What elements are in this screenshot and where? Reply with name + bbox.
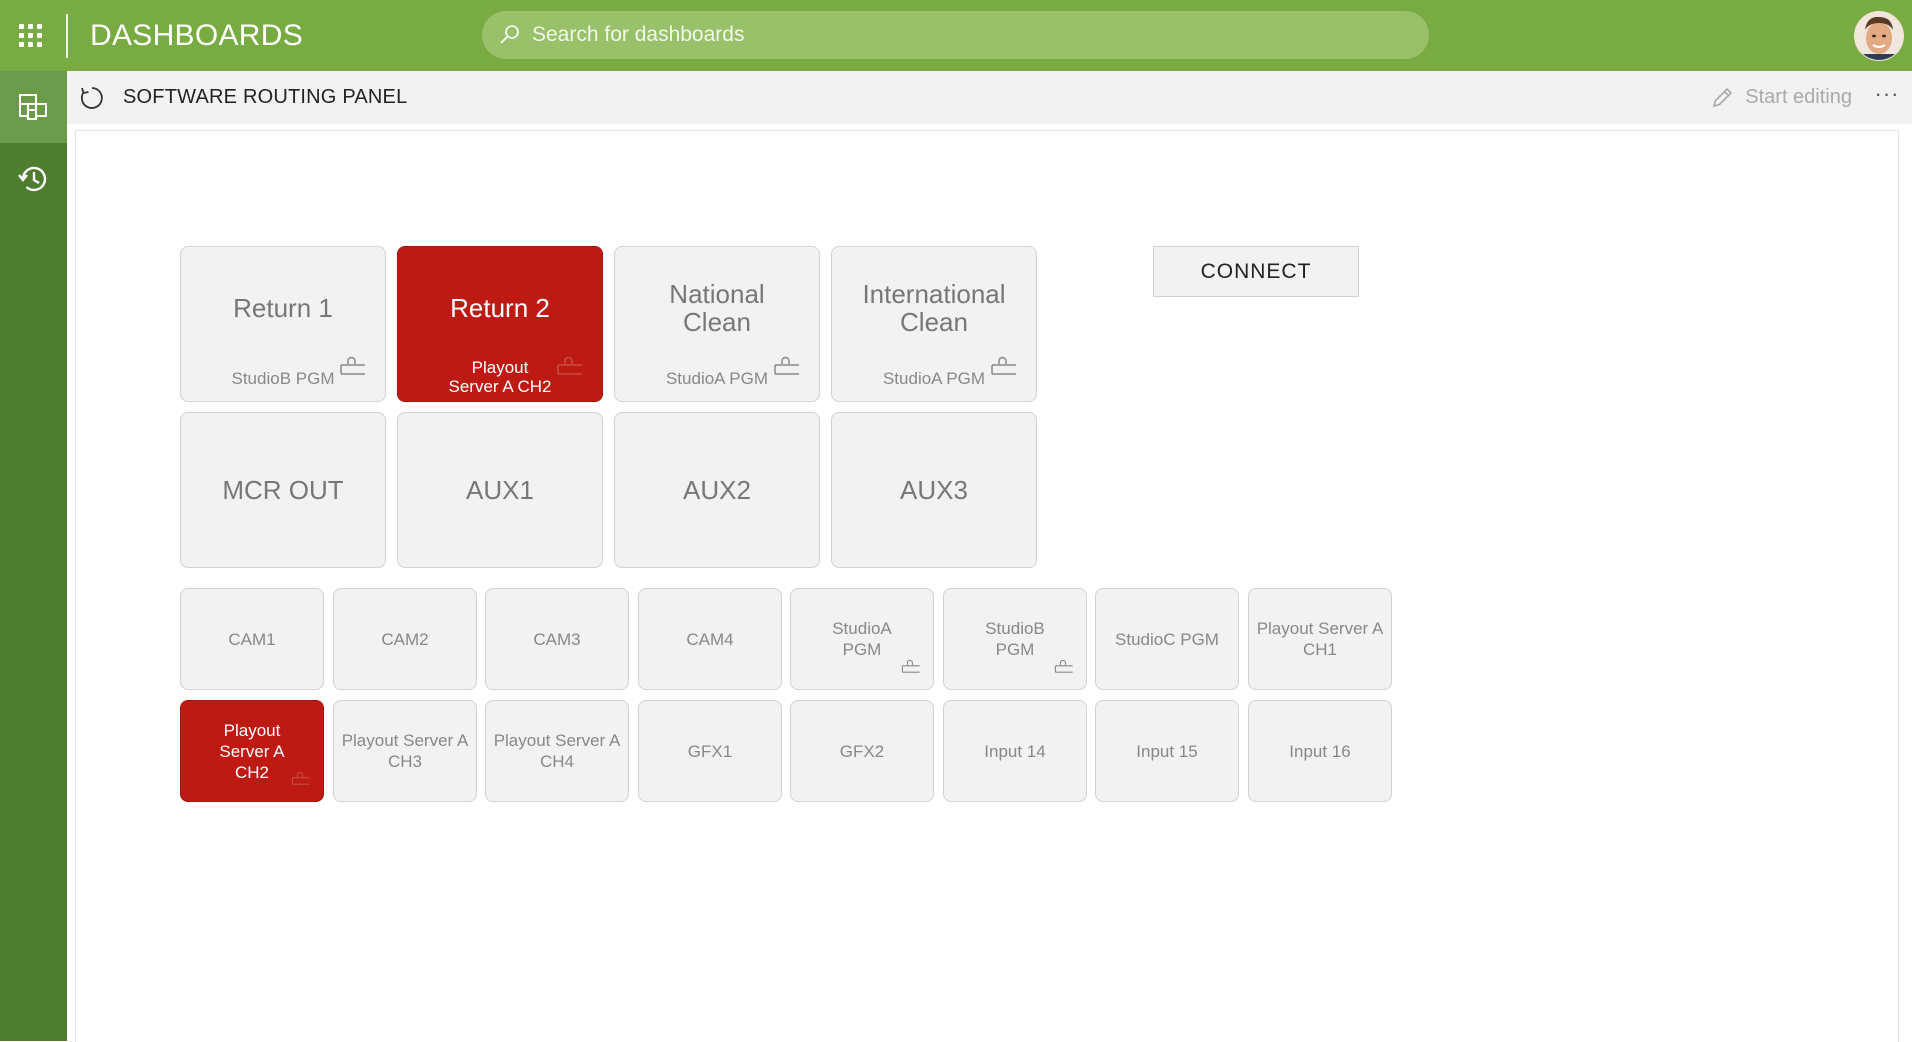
destination-button[interactable]: AUX3 — [831, 412, 1037, 568]
destination-label: AUX1 — [466, 475, 534, 505]
destination-label: Return 1 — [233, 293, 333, 323]
history-icon — [17, 166, 46, 192]
connect-button[interactable]: CONNECT — [1153, 246, 1359, 297]
start-editing-button[interactable]: Start editing — [1709, 71, 1852, 124]
source-label: CAM2 — [381, 629, 429, 649]
avatar[interactable] — [1854, 11, 1904, 61]
source-button[interactable]: Playout Server A CH4 — [485, 700, 629, 802]
source-button[interactable]: Playout Server A CH2 — [180, 700, 324, 802]
destination-label: MCR OUT — [222, 475, 344, 505]
destination-label: AUX2 — [683, 475, 751, 505]
search-box[interactable] — [482, 11, 1429, 59]
destination-label: AUX3 — [900, 475, 968, 505]
route-lock-icon — [990, 356, 1018, 381]
app-launcher-button[interactable] — [0, 0, 60, 71]
dashboards-icon — [18, 94, 47, 120]
pencil-icon — [1713, 87, 1733, 107]
source-button[interactable]: CAM2 — [333, 588, 477, 690]
refresh-button[interactable] — [77, 83, 107, 113]
source-label: Playout Server A CH4 — [493, 731, 621, 771]
destination-button[interactable]: AUX1 — [397, 412, 603, 568]
source-button[interactable]: CAM3 — [485, 588, 629, 690]
start-editing-label: Start editing — [1745, 86, 1852, 108]
route-lock-icon — [339, 356, 367, 381]
refresh-icon — [80, 86, 103, 109]
more-options-button[interactable]: ··· — [1872, 81, 1902, 111]
source-button[interactable]: CAM4 — [638, 588, 782, 690]
source-label: GFX1 — [687, 741, 733, 761]
destination-label: Return 2 — [450, 293, 550, 323]
route-lock-icon — [556, 356, 584, 381]
source-label: Input 15 — [1136, 741, 1198, 761]
source-label: StudioB PGM — [985, 619, 1045, 659]
source-button[interactable]: StudioC PGM — [1095, 588, 1239, 690]
source-label: StudioA PGM — [832, 619, 892, 659]
rail-item-history[interactable] — [0, 143, 67, 215]
route-lock-icon — [291, 771, 311, 791]
route-lock-icon — [773, 356, 801, 381]
source-button[interactable]: Input 16 — [1248, 700, 1392, 802]
source-button[interactable]: Input 14 — [943, 700, 1087, 802]
waffle-icon — [18, 24, 42, 47]
dashboard-header: SOFTWARE ROUTING PANEL Start editing ··· — [67, 71, 1912, 124]
source-label: Playout Server A CH1 — [1256, 619, 1384, 659]
source-label: GFX2 — [839, 741, 885, 761]
source-label: CAM3 — [533, 629, 581, 649]
app-title: DASHBOARDS — [90, 18, 304, 52]
route-lock-icon — [1054, 659, 1074, 679]
header-divider — [66, 13, 68, 58]
source-button[interactable]: StudioA PGM — [790, 588, 934, 690]
rail-item-dashboards[interactable] — [0, 71, 67, 143]
source-label: Playout Server A CH3 — [341, 731, 469, 771]
source-button[interactable]: GFX2 — [790, 700, 934, 802]
source-button[interactable]: Input 15 — [1095, 700, 1239, 802]
dashboard-canvas: Return 1 StudioB PGM Return 2 Playout Serve… — [75, 130, 1899, 1042]
destination-button[interactable]: National Clean StudioA PGM — [614, 246, 820, 402]
destination-button[interactable]: International Clean StudioA PGM — [831, 246, 1037, 402]
user-photo-icon — [1855, 12, 1903, 60]
route-lock-icon — [901, 659, 921, 679]
destination-button[interactable]: AUX2 — [614, 412, 820, 568]
source-button[interactable]: CAM1 — [180, 588, 324, 690]
source-label: CAM4 — [686, 629, 734, 649]
destination-label: National Clean — [669, 279, 765, 337]
destination-button[interactable]: Return 1 StudioB PGM — [180, 246, 386, 402]
dashboard-title: SOFTWARE ROUTING PANEL — [123, 86, 408, 108]
source-button[interactable]: GFX1 — [638, 700, 782, 802]
destination-button[interactable]: Return 2 Playout Server A CH2 — [397, 246, 603, 402]
source-label: StudioC PGM — [1115, 629, 1219, 649]
source-label: CAM1 — [228, 629, 276, 649]
left-rail — [0, 71, 67, 1041]
source-label: Input 16 — [1289, 741, 1351, 761]
source-button[interactable]: Playout Server A CH1 — [1248, 588, 1392, 690]
destination-button[interactable]: MCR OUT — [180, 412, 386, 568]
destination-label: International Clean — [862, 279, 1006, 337]
source-button[interactable]: StudioB PGM — [943, 588, 1087, 690]
top-bar: DASHBOARDS — [0, 0, 1912, 71]
source-button[interactable]: Playout Server A CH3 — [333, 700, 477, 802]
source-label: Input 14 — [984, 741, 1046, 761]
search-icon — [500, 25, 519, 44]
search-input[interactable] — [530, 22, 1394, 48]
